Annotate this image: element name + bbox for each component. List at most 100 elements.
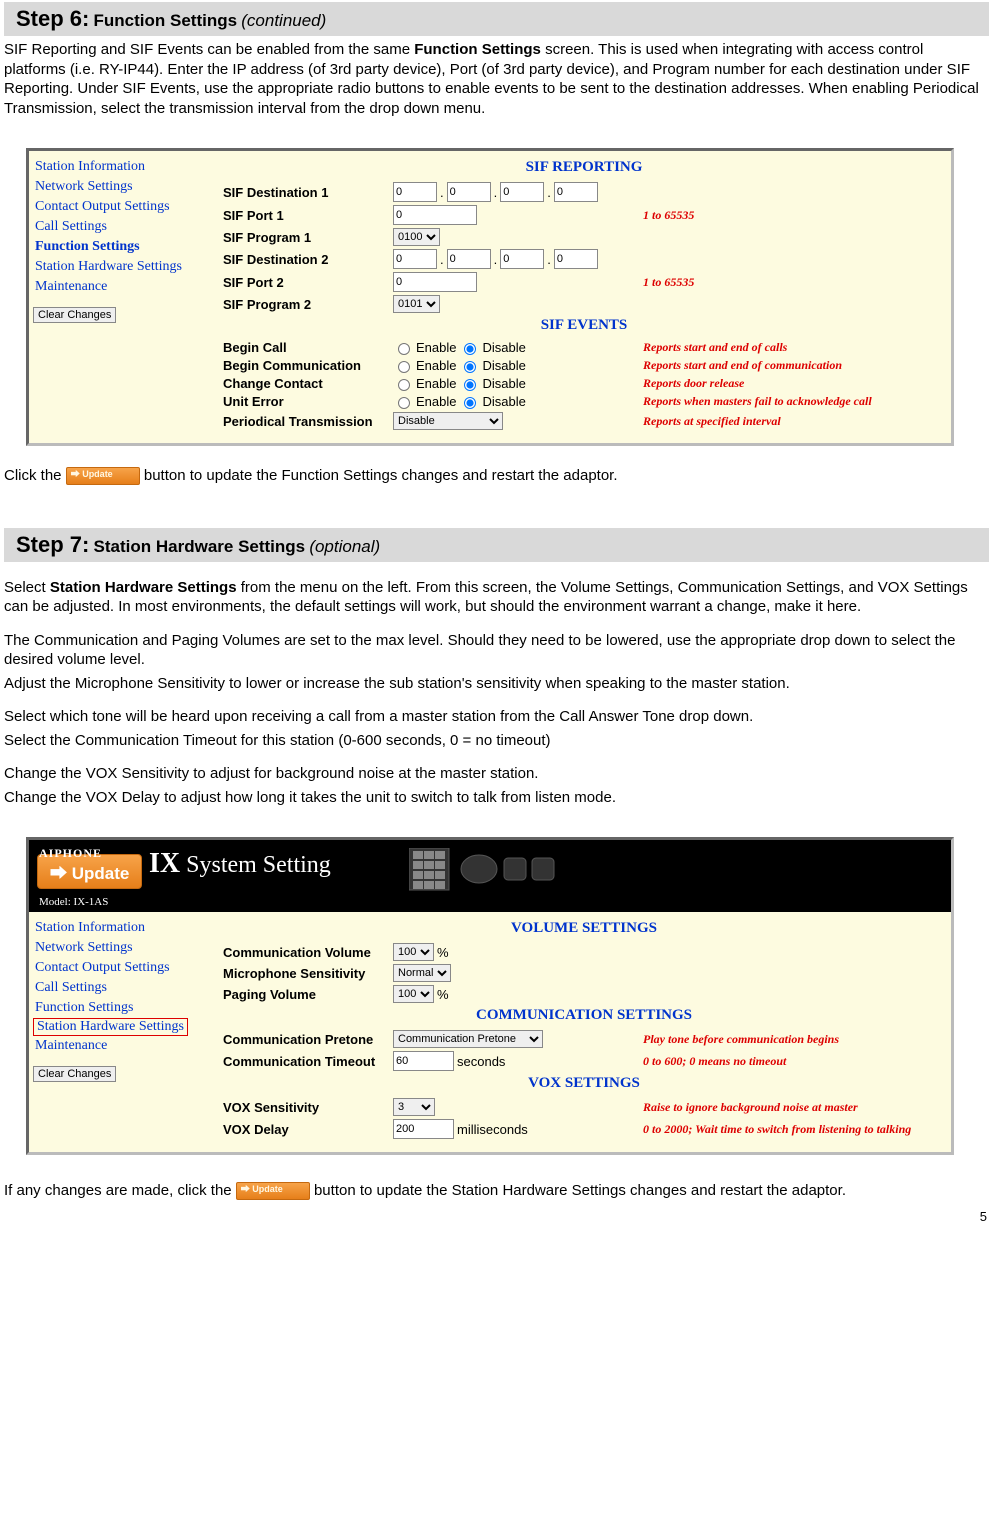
- step6-num: Step 6:: [16, 6, 89, 31]
- enable-radio[interactable]: [398, 361, 410, 373]
- label: SIF Port 1: [223, 208, 393, 223]
- sif-reporting-title: SIF REPORTING: [223, 159, 945, 176]
- ip-octet-input[interactable]: [554, 182, 598, 202]
- row-begin-comm: Begin Communication Enable Disable Repor…: [223, 358, 945, 373]
- vox-sens-select[interactable]: 3: [393, 1098, 435, 1116]
- step7-p2: The Communication and Paging Volumes are…: [4, 631, 989, 670]
- hint: 1 to 65535: [643, 275, 945, 290]
- step6-header: Step 6: Function Settings (continued): [4, 2, 989, 36]
- text: Click the: [4, 467, 66, 484]
- panel-main: VOLUME SETTINGS Communication Volume 100…: [217, 912, 951, 1152]
- pretone-select[interactable]: Communication Pretone: [393, 1030, 543, 1048]
- step6-click-text: Click the button to update the Function …: [4, 466, 989, 486]
- step7-p1: Select Station Hardware Settings from th…: [4, 578, 989, 617]
- volume-select[interactable]: 100: [393, 943, 434, 961]
- text-bold: Station Hardware Settings: [50, 579, 237, 596]
- ip-octet-input[interactable]: [447, 249, 491, 269]
- label: SIF Destination 1: [223, 185, 393, 200]
- label: Change Contact: [223, 376, 393, 391]
- sidebar-item-maintenance[interactable]: Maintenance: [33, 1036, 213, 1056]
- step7-p6: Change the VOX Sensitivity to adjust for…: [4, 764, 989, 784]
- hint: 0 to 2000; Wait time to switch from list…: [643, 1122, 945, 1137]
- ip-octet-input[interactable]: [393, 182, 437, 202]
- clear-changes-button[interactable]: Clear Changes: [33, 1066, 116, 1082]
- row-paging-volume: Paging Volume 100 %: [223, 985, 945, 1003]
- program-select[interactable]: 0100: [393, 228, 440, 246]
- sidebar-item-call-settings[interactable]: Call Settings: [33, 978, 213, 998]
- hint: Reports at specified interval: [643, 414, 945, 429]
- system-setting-title: IX System Setting: [149, 848, 331, 880]
- label: Communication Timeout: [223, 1054, 393, 1069]
- clear-changes-button[interactable]: Clear Changes: [33, 307, 116, 323]
- ip-octet-input[interactable]: [393, 249, 437, 269]
- ip-octet-input[interactable]: [554, 249, 598, 269]
- unit: %: [437, 945, 449, 960]
- sidebar-item-maintenance[interactable]: Maintenance: [33, 277, 213, 297]
- hint: Reports start and end of calls: [643, 340, 945, 355]
- page-number: 5: [4, 1201, 989, 1232]
- text: Enable: [416, 394, 456, 409]
- row-sif-port2: SIF Port 2 1 to 65535: [223, 272, 945, 292]
- text: Disable: [482, 358, 525, 373]
- port-input[interactable]: [393, 272, 477, 292]
- sidebar: Station Information Network Settings Con…: [29, 912, 217, 1152]
- text: System Setting: [186, 852, 331, 878]
- label: VOX Sensitivity: [223, 1100, 393, 1115]
- model-label: Model: IX-1AS: [39, 896, 108, 908]
- text: Select: [4, 579, 50, 596]
- label: SIF Destination 2: [223, 252, 393, 267]
- step6-title: Function Settings: [94, 11, 238, 30]
- row-vox-sens: VOX Sensitivity 3 Raise to ignore backgr…: [223, 1098, 945, 1116]
- disable-radio[interactable]: [464, 343, 476, 355]
- vox-delay-input[interactable]: [393, 1119, 454, 1139]
- mic-select[interactable]: Normal: [393, 964, 451, 982]
- ip-octet-input[interactable]: [447, 182, 491, 202]
- periodical-select[interactable]: Disable: [393, 412, 503, 430]
- sidebar-item-hardware[interactable]: Station Hardware Settings: [33, 257, 213, 277]
- text: Disable: [482, 376, 525, 391]
- label: Microphone Sensitivity: [223, 966, 393, 981]
- sidebar-item-function-settings[interactable]: Function Settings: [33, 998, 213, 1018]
- unit: milliseconds: [457, 1122, 528, 1137]
- sidebar-item-call-settings[interactable]: Call Settings: [33, 217, 213, 237]
- sidebar-item-function-settings[interactable]: Function Settings: [33, 237, 213, 257]
- update-button-inline[interactable]: [236, 1182, 310, 1200]
- volume-select[interactable]: 100: [393, 985, 434, 1003]
- hint: Raise to ignore background noise at mast…: [643, 1100, 945, 1115]
- row-comm-pretone: Communication Pretone Communication Pret…: [223, 1030, 945, 1048]
- port-input[interactable]: [393, 205, 477, 225]
- update-button-inline[interactable]: [66, 467, 140, 485]
- label: Communication Pretone: [223, 1032, 393, 1047]
- step7-header: Step 7: Station Hardware Settings (optio…: [4, 528, 989, 562]
- timeout-input[interactable]: [393, 1051, 454, 1071]
- panel-header: AIPHONE IX System Setting Model: IX-1AS …: [29, 840, 951, 912]
- enable-radio[interactable]: [398, 397, 410, 409]
- label: Periodical Transmission: [223, 414, 393, 429]
- disable-radio[interactable]: [464, 379, 476, 391]
- row-unit-error: Unit Error Enable Disable Reports when m…: [223, 394, 945, 409]
- row-sif-dest1: SIF Destination 1 . . .: [223, 182, 945, 202]
- sidebar-item-station-info[interactable]: Station Information: [33, 157, 213, 177]
- ip-octet-input[interactable]: [500, 249, 544, 269]
- label: Begin Call: [223, 340, 393, 355]
- disable-radio[interactable]: [464, 397, 476, 409]
- label: Paging Volume: [223, 987, 393, 1002]
- sidebar-item-contact-output[interactable]: Contact Output Settings: [33, 958, 213, 978]
- enable-radio[interactable]: [398, 379, 410, 391]
- step7-note: (optional): [309, 537, 380, 556]
- unit: seconds: [457, 1054, 505, 1069]
- step7-p4: Select which tone will be heard upon rec…: [4, 707, 989, 727]
- disable-radio[interactable]: [464, 361, 476, 373]
- sidebar-item-station-info[interactable]: Station Information: [33, 918, 213, 938]
- row-sif-prog1: SIF Program 1 0100: [223, 228, 945, 246]
- label: VOX Delay: [223, 1122, 393, 1137]
- sidebar-item-hardware[interactable]: Station Hardware Settings: [33, 1018, 188, 1036]
- sidebar-item-contact-output[interactable]: Contact Output Settings: [33, 197, 213, 217]
- ip-octet-input[interactable]: [500, 182, 544, 202]
- panel-main: SIF REPORTING SIF Destination 1 . . . SI…: [217, 151, 951, 443]
- step7-title: Station Hardware Settings: [94, 537, 306, 556]
- enable-radio[interactable]: [398, 343, 410, 355]
- program-select[interactable]: 0101: [393, 295, 440, 313]
- sidebar-item-network[interactable]: Network Settings: [33, 177, 213, 197]
- sidebar-item-network[interactable]: Network Settings: [33, 938, 213, 958]
